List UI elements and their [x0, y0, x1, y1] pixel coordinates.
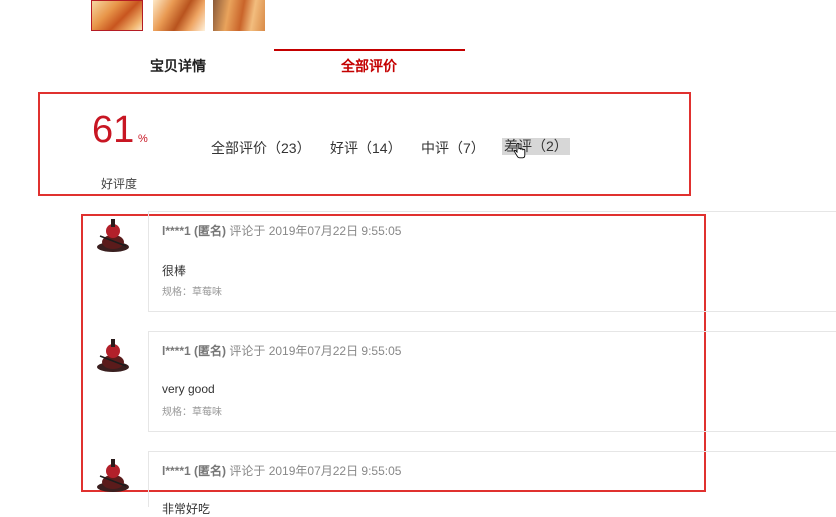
positive-rate-value: 61: [92, 109, 135, 151]
reviewer-name: l****1 (匿名): [162, 464, 227, 478]
product-thumbnail-3[interactable]: [213, 0, 265, 31]
positive-rate-unit: %: [138, 133, 148, 145]
review-content: 很棒: [162, 264, 187, 278]
review-content: 非常好吃: [162, 502, 211, 516]
product-thumbnail-2[interactable]: [153, 0, 205, 31]
review-spec: 规格：草莓味: [162, 407, 222, 418]
reviewer-name: l****1 (匿名): [162, 224, 227, 238]
reviewer-info: l****1 (匿名) 评论于 2019年07月22日 9:55:05: [162, 342, 401, 359]
tab-all-reviews[interactable]: 全部评价: [341, 56, 397, 76]
filter-all-reviews[interactable]: 全部评价（23）: [211, 138, 311, 158]
avatar-icon: [97, 339, 129, 372]
review-content: very good: [162, 382, 215, 396]
product-thumbnail-1[interactable]: [91, 0, 143, 31]
review-divider: [148, 431, 836, 432]
review-divider: [148, 331, 836, 332]
review-divider: [148, 211, 836, 212]
review-time: 评论于 2019年07月22日 9:55:05: [229, 464, 402, 478]
review-time: 评论于 2019年07月22日 9:55:05: [229, 224, 402, 238]
tab-product-details[interactable]: 宝贝详情: [150, 56, 206, 76]
review-divider: [148, 311, 836, 312]
positive-rate-label: 好评度: [101, 177, 138, 191]
hand-cursor-icon: [514, 143, 526, 159]
review-border: [148, 451, 149, 507]
review-border: [148, 211, 149, 312]
filter-bad-reviews[interactable]: 差评（2）: [502, 138, 570, 155]
avatar-icon: [97, 219, 129, 252]
filter-neutral-reviews[interactable]: 中评（7）: [421, 138, 485, 158]
review-border: [148, 331, 149, 432]
filter-good-reviews[interactable]: 好评（14）: [330, 138, 402, 158]
review-spec: 规格：草莓味: [162, 287, 222, 298]
active-tab-indicator: [274, 49, 465, 51]
reviewer-name: l****1 (匿名): [162, 344, 227, 358]
review-time: 评论于 2019年07月22日 9:55:05: [229, 344, 402, 358]
reviewer-info: l****1 (匿名) 评论于 2019年07月22日 9:55:05: [162, 222, 401, 239]
avatar-icon: [97, 459, 129, 492]
review-divider: [148, 451, 836, 452]
reviewer-info: l****1 (匿名) 评论于 2019年07月22日 9:55:05: [162, 462, 401, 479]
